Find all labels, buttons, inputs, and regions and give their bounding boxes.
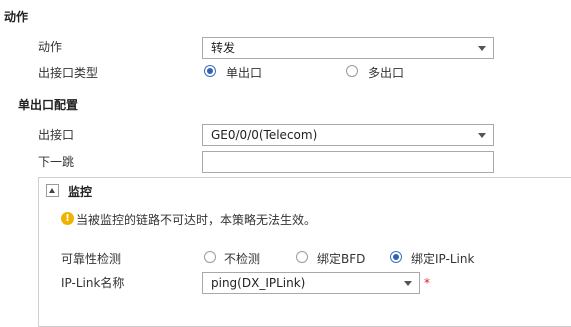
warning-icon: ! bbox=[61, 212, 74, 225]
radio-no-detect[interactable] bbox=[204, 251, 216, 263]
required-mark: * bbox=[424, 276, 430, 290]
outif-select-value: GE0/0/0(Telecom) bbox=[211, 128, 318, 142]
iplink-select-value: ping(DX_IPLink) bbox=[211, 276, 306, 290]
iplink-select[interactable]: ping(DX_IPLink) bbox=[202, 272, 420, 294]
iplink-name-label: IP-Link名称 bbox=[61, 276, 125, 290]
reliability-label: 可靠性检测 bbox=[61, 252, 122, 266]
radio-no-detect-label: 不检测 bbox=[224, 252, 261, 266]
chevron-down-icon bbox=[478, 46, 486, 51]
warning-text: 当被监控的链路不可达时，本策略无法生效。 bbox=[76, 213, 317, 227]
nexthop-label: 下一跳 bbox=[38, 155, 75, 169]
chevron-down-icon bbox=[478, 133, 486, 138]
outif-type-label: 出接口类型 bbox=[38, 66, 99, 80]
radio-bind-iplink-label: 绑定IP-Link bbox=[411, 252, 475, 266]
radio-bind-bfd[interactable] bbox=[296, 251, 308, 263]
action-select-value: 转发 bbox=[211, 41, 236, 55]
collapse-toggle-icon[interactable] bbox=[46, 184, 59, 197]
action-label: 动作 bbox=[38, 40, 63, 54]
radio-multi-outif-label: 多出口 bbox=[368, 66, 405, 80]
outif-select[interactable]: GE0/0/0(Telecom) bbox=[202, 124, 494, 146]
radio-multi-outif[interactable] bbox=[346, 65, 358, 77]
action-select[interactable]: 转发 bbox=[202, 37, 494, 59]
single-outif-section-title: 单出口配置 bbox=[18, 98, 79, 112]
radio-bind-bfd-label: 绑定BFD bbox=[317, 252, 366, 266]
chevron-down-icon bbox=[404, 281, 412, 286]
radio-single-outif-label: 单出口 bbox=[226, 66, 263, 80]
radio-bind-iplink[interactable] bbox=[390, 251, 402, 263]
outif-label: 出接口 bbox=[38, 128, 75, 142]
nexthop-input[interactable] bbox=[202, 151, 494, 173]
action-section-title: 动作 bbox=[4, 10, 29, 24]
monitor-section-title: 监控 bbox=[68, 185, 93, 199]
radio-single-outif[interactable] bbox=[204, 65, 216, 77]
